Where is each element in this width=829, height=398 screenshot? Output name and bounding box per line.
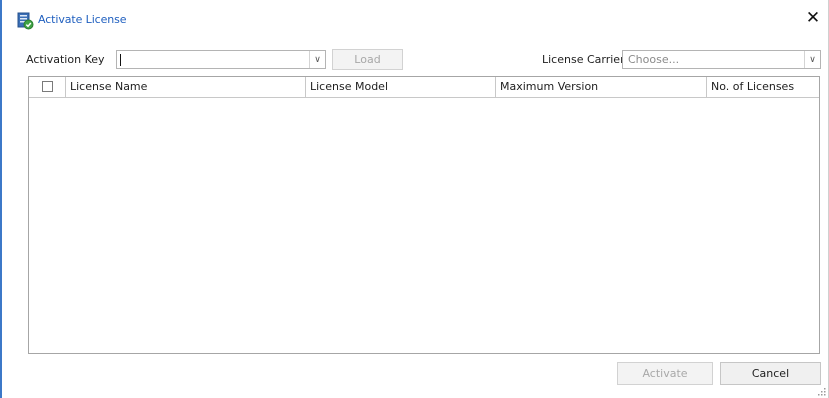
- load-button[interactable]: Load: [332, 49, 403, 70]
- text-caret: [120, 54, 121, 66]
- table-header: License Name License Model Maximum Versi…: [29, 77, 819, 98]
- column-header-maximum-version[interactable]: Maximum Version: [496, 77, 707, 97]
- select-all-checkbox[interactable]: [42, 81, 53, 92]
- column-header-license-name[interactable]: License Name: [66, 77, 306, 97]
- activation-key-label: Activation Key: [26, 53, 105, 66]
- column-header-no-of-licenses[interactable]: No. of Licenses: [707, 77, 819, 97]
- close-button[interactable]: ✕: [803, 8, 823, 28]
- column-header-license-model[interactable]: License Model: [306, 77, 496, 97]
- close-icon: ✕: [805, 8, 821, 28]
- license-table: License Name License Model Maximum Versi…: [28, 76, 820, 354]
- select-all-column: [29, 77, 66, 97]
- activate-button[interactable]: Activate: [617, 362, 713, 385]
- activate-license-dialog: Activate License ✕ Activation Key ∨ Load…: [0, 0, 829, 398]
- title-bar: Activate License ✕: [2, 0, 829, 36]
- license-carrier-combobox[interactable]: Choose... ∨: [622, 50, 821, 69]
- chevron-down-icon[interactable]: ∨: [804, 51, 820, 68]
- license-certificate-icon: [17, 12, 34, 30]
- activation-key-combobox[interactable]: ∨: [116, 50, 326, 69]
- cancel-button[interactable]: Cancel: [720, 362, 821, 385]
- dialog-title: Activate License: [38, 13, 127, 26]
- resize-grip-icon[interactable]: [818, 388, 826, 396]
- chevron-down-icon[interactable]: ∨: [309, 51, 325, 68]
- license-carrier-placeholder: Choose...: [628, 53, 680, 66]
- license-carrier-label: License Carrier: [542, 53, 625, 66]
- table-body: [29, 98, 819, 353]
